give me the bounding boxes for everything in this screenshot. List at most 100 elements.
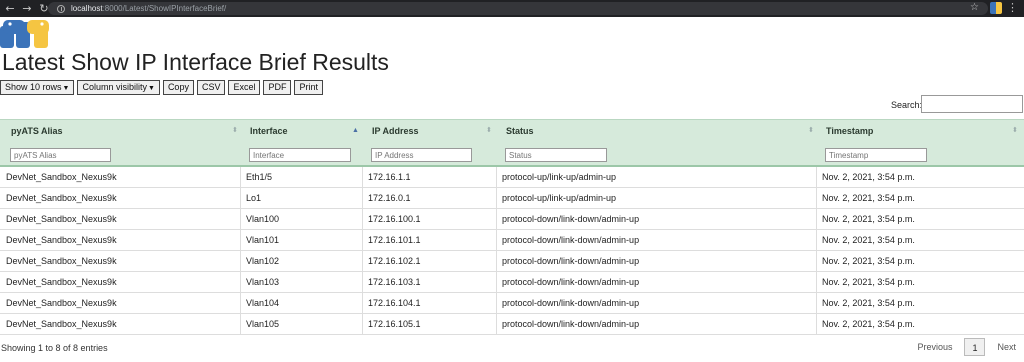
column-divider: [816, 293, 817, 314]
table-row[interactable]: DevNet_Sandbox_Nexus9k Vlan105 172.16.10…: [0, 314, 1024, 335]
cell-ip-address: 172.16.0.1: [368, 193, 411, 203]
search-label: Search:: [891, 100, 923, 110]
cell-status: protocol-up/link-up/admin-up: [502, 172, 617, 182]
url-host: localhost: [71, 4, 103, 13]
column-divider: [496, 314, 497, 335]
sort-icon[interactable]: ⬍: [232, 120, 238, 142]
column-divider: [362, 167, 363, 188]
table-row[interactable]: DevNet_Sandbox_Nexus9k Vlan104 172.16.10…: [0, 293, 1024, 314]
column-divider: [362, 230, 363, 251]
cell-status: protocol-down/link-down/admin-up: [502, 319, 640, 329]
table-row[interactable]: DevNet_Sandbox_Nexus9k Vlan101 172.16.10…: [0, 230, 1024, 251]
column-divider: [240, 293, 241, 314]
back-icon[interactable]: ←: [3, 2, 17, 16]
column-divider: [816, 188, 817, 209]
cell-ip-address: 172.16.104.1: [368, 298, 421, 308]
column-divider: [816, 272, 817, 293]
cell-pyats-alias: DevNet_Sandbox_Nexus9k: [6, 277, 117, 287]
column-divider: [240, 167, 241, 188]
cell-timestamp: Nov. 2, 2021, 3:54 p.m.: [822, 277, 915, 287]
cell-interface: Vlan103: [246, 277, 280, 287]
show-rows-button[interactable]: Show 10 rows▼: [0, 80, 75, 95]
copy-button[interactable]: Copy: [162, 80, 194, 95]
column-header-ip-address[interactable]: IP Address: [372, 120, 419, 142]
bookmark-star-icon[interactable]: ☆: [970, 2, 979, 13]
excel-button[interactable]: Excel: [228, 80, 261, 95]
sort-icon[interactable]: ⬍: [486, 120, 492, 142]
column-divider: [362, 209, 363, 230]
table-row[interactable]: DevNet_Sandbox_Nexus9k Eth1/5 172.16.1.1…: [0, 167, 1024, 188]
table-row[interactable]: DevNet_Sandbox_Nexus9k Lo1 172.16.0.1 pr…: [0, 188, 1024, 209]
cell-timestamp: Nov. 2, 2021, 3:54 p.m.: [822, 172, 915, 182]
sort-icon[interactable]: ⬍: [1012, 120, 1018, 142]
cell-interface: Vlan100: [246, 214, 280, 224]
cell-ip-address: 172.16.1.1: [368, 172, 411, 182]
cell-status: protocol-down/link-down/admin-up: [502, 214, 640, 224]
cell-interface: Lo1: [246, 193, 262, 203]
column-divider: [362, 188, 363, 209]
column-divider: [496, 251, 497, 272]
cell-pyats-alias: DevNet_Sandbox_Nexus9k: [6, 214, 117, 224]
site-info-icon[interactable]: [57, 4, 65, 13]
table-row[interactable]: DevNet_Sandbox_Nexus9k Vlan102 172.16.10…: [0, 251, 1024, 272]
next-page-button[interactable]: Next: [989, 338, 1024, 356]
column-divider: [816, 230, 817, 251]
cell-status: protocol-down/link-down/admin-up: [502, 277, 640, 287]
column-header-pyats-alias[interactable]: pyATS Alias: [11, 120, 63, 142]
url-text: localhost:8000/Latest/ShowIPInterfaceBri…: [71, 4, 226, 13]
cell-status: protocol-down/link-down/admin-up: [502, 298, 640, 308]
column-divider: [240, 188, 241, 209]
column-divider: [362, 272, 363, 293]
filter-input-pyats-alias[interactable]: [10, 148, 111, 162]
cell-pyats-alias: DevNet_Sandbox_Nexus9k: [6, 298, 117, 308]
page-title: Latest Show IP Interface Brief Results: [2, 49, 389, 75]
column-divider: [816, 167, 817, 188]
chevron-down-icon: ▼: [62, 85, 70, 92]
python-extension-icon[interactable]: [990, 2, 1002, 14]
previous-page-button[interactable]: Previous: [909, 338, 960, 356]
column-divider: [240, 230, 241, 251]
column-divider: [240, 272, 241, 293]
column-visibility-button[interactable]: Column visibility▼: [77, 80, 160, 95]
cell-interface: Vlan101: [246, 235, 280, 245]
column-header-status[interactable]: Status: [506, 120, 534, 142]
browser-menu-icon[interactable]: ⋮: [1007, 1, 1018, 14]
pagination: Previous 1 Next: [909, 338, 1024, 356]
table-row[interactable]: DevNet_Sandbox_Nexus9k Vlan103 172.16.10…: [0, 272, 1024, 293]
sort-ascending-icon[interactable]: ▲: [352, 120, 359, 142]
column-header-interface[interactable]: Interface: [250, 120, 288, 142]
column-divider: [496, 293, 497, 314]
show-rows-label: Show 10 rows: [5, 82, 62, 92]
sort-icon[interactable]: ⬍: [808, 120, 814, 142]
table-row[interactable]: DevNet_Sandbox_Nexus9k Vlan100 172.16.10…: [0, 209, 1024, 230]
forward-icon[interactable]: →: [20, 2, 34, 16]
cell-timestamp: Nov. 2, 2021, 3:54 p.m.: [822, 298, 915, 308]
cell-pyats-alias: DevNet_Sandbox_Nexus9k: [6, 235, 117, 245]
cell-ip-address: 172.16.103.1: [368, 277, 421, 287]
table-toolbar: Show 10 rows▼ Column visibility▼ Copy CS…: [0, 80, 323, 95]
column-divider: [816, 314, 817, 335]
filter-input-status[interactable]: [505, 148, 607, 162]
filter-input-timestamp[interactable]: [825, 148, 927, 162]
print-button[interactable]: Print: [294, 80, 323, 95]
cell-timestamp: Nov. 2, 2021, 3:54 p.m.: [822, 319, 915, 329]
cell-ip-address: 172.16.100.1: [368, 214, 421, 224]
filter-input-interface[interactable]: [249, 148, 351, 162]
cell-interface: Vlan105: [246, 319, 280, 329]
csv-button[interactable]: CSV: [196, 80, 226, 95]
search-input[interactable]: [921, 95, 1023, 113]
filter-input-ip-address[interactable]: [371, 148, 472, 162]
chevron-down-icon: ▼: [148, 85, 155, 92]
cell-interface: Vlan102: [246, 256, 280, 266]
column-divider: [816, 251, 817, 272]
page-1-button[interactable]: 1: [964, 338, 986, 356]
column-header-timestamp[interactable]: Timestamp: [826, 120, 873, 142]
address-bar[interactable]: localhost:8000/Latest/ShowIPInterfaceBri…: [48, 2, 988, 15]
cell-ip-address: 172.16.101.1: [368, 235, 421, 245]
cell-timestamp: Nov. 2, 2021, 3:54 p.m.: [822, 235, 915, 245]
cell-ip-address: 172.16.105.1: [368, 319, 421, 329]
url-path: :8000/Latest/ShowIPInterfaceBrief/: [102, 4, 227, 13]
python-logo-icon: [0, 20, 49, 48]
pdf-button[interactable]: PDF: [263, 80, 292, 95]
column-visibility-label: Column visibility: [82, 82, 147, 92]
